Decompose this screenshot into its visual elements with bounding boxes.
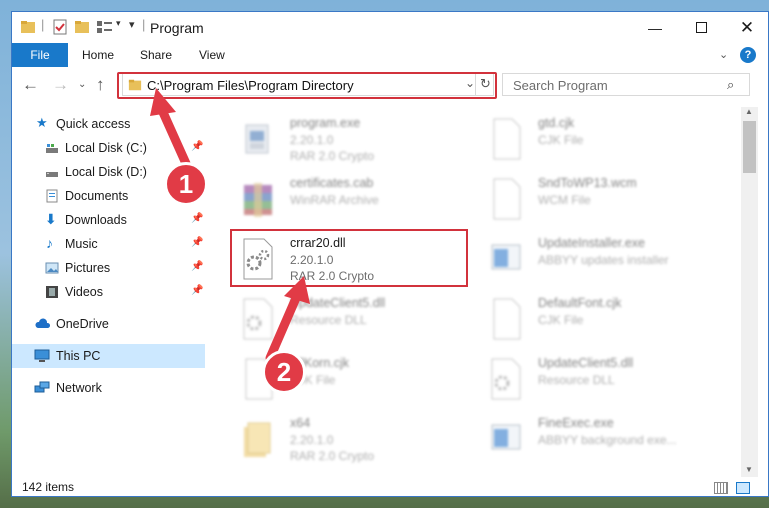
pin-icon[interactable]: 📌: [191, 285, 203, 296]
minimize-button[interactable]: —: [632, 12, 678, 43]
sidebar-item-network[interactable]: Network: [12, 376, 205, 400]
pin-icon[interactable]: 📌: [191, 261, 203, 272]
blank-file-icon: [493, 298, 521, 340]
navigation-bar: ← → ⌄ ↑ C:\Program Files\Program Directo…: [12, 71, 768, 101]
sidebar-item-onedrive[interactable]: OneDrive: [12, 312, 205, 336]
up-button[interactable]: ↑: [96, 75, 105, 95]
customize-toolbar-icon[interactable]: ▾: [129, 18, 135, 34]
file-item[interactable]: gtd.cjk CJK File: [482, 111, 722, 169]
sidebar-item-local-disk-c[interactable]: Local Disk (C:) 📌: [12, 136, 205, 160]
new-folder-icon[interactable]: [74, 19, 90, 35]
search-icon[interactable]: ⌕: [727, 77, 734, 93]
sidebar-item-pictures[interactable]: Pictures 📌: [12, 256, 205, 280]
back-button[interactable]: ←: [22, 75, 39, 95]
separator: |: [142, 17, 146, 32]
sidebar-item-videos[interactable]: Videos 📌: [12, 280, 205, 304]
maximize-button[interactable]: [678, 12, 724, 43]
cloud-icon: [35, 318, 51, 328]
forward-button[interactable]: →: [52, 75, 69, 95]
recent-locations-button[interactable]: ⌄: [78, 79, 86, 90]
file-item[interactable]: UpdateClient5.dll Resource DLL: [482, 351, 722, 409]
callout-badge-1: 1: [164, 162, 208, 206]
blank-file-icon: [493, 178, 521, 220]
drive-icon: [46, 172, 58, 177]
arrow-right-icon: →: [52, 75, 69, 94]
minimize-icon: —: [648, 19, 662, 36]
music-icon: ♪: [46, 235, 53, 251]
file-list: program.exe 2.20.1.0 RAR 2.0 Crypto gtd.…: [224, 107, 739, 477]
items-count: 142 items: [22, 480, 75, 494]
tab-home[interactable]: Home: [82, 43, 114, 67]
documents-icon: [46, 189, 58, 203]
tab-share[interactable]: Share: [140, 43, 172, 67]
pin-icon[interactable]: 📌: [191, 141, 203, 152]
search-input[interactable]: Search Program: [513, 78, 608, 93]
search-box[interactable]: Search Program ⌕: [502, 73, 750, 96]
sidebar-item-downloads[interactable]: ⬇ Downloads 📌: [12, 208, 205, 232]
scrollbar-thumb[interactable]: [743, 121, 756, 173]
file-item[interactable]: FineExec.exe ABBYY background exe...: [482, 411, 722, 469]
explorer-window: | ▾ ▾ | Program — ✕ File Home Share View…: [11, 11, 769, 497]
drive-icon: [46, 144, 58, 153]
navigation-pane: ★ Quick access Local Disk (C:) 📌 Local D…: [12, 107, 205, 477]
details-view-icon[interactable]: [714, 482, 728, 494]
file-item[interactable]: DefaultFont.cjk CJK File: [482, 291, 722, 349]
pin-icon[interactable]: 📌: [191, 213, 203, 224]
callout-badge-2: 2: [262, 350, 306, 394]
file-item[interactable]: UpdateClient5.dll Resource DLL: [234, 291, 474, 349]
address-highlight-box: [117, 72, 497, 99]
arrow-up-icon: ↑: [96, 75, 105, 94]
sidebar-item-this-pc[interactable]: This PC: [12, 344, 205, 368]
file-item[interactable]: SndToWP13.wcm WCM File: [482, 171, 722, 229]
file-item[interactable]: UpdateInstaller.exe ABBYY updates instal…: [482, 231, 722, 289]
separator: |: [41, 17, 45, 32]
folder-icon: [244, 422, 271, 457]
layout-icon[interactable]: [96, 19, 114, 35]
blank-file-icon: [493, 118, 521, 160]
help-icon[interactable]: ?: [740, 47, 756, 63]
close-icon: ✕: [739, 17, 755, 37]
status-bar: 142 items: [12, 478, 768, 496]
scroll-down-icon[interactable]: ▼: [745, 465, 753, 474]
file-item[interactable]: x64 2.20.1.0 RAR 2.0 Crypto: [234, 411, 474, 469]
sidebar-item-music[interactable]: ♪ Music 📌: [12, 232, 205, 256]
exe-window-icon: [491, 424, 521, 450]
vertical-scrollbar[interactable]: ▲ ▼: [741, 107, 758, 477]
large-icons-view-icon[interactable]: [736, 482, 750, 494]
file-item[interactable]: program.exe 2.20.1.0 RAR 2.0 Crypto: [234, 111, 474, 169]
file-item[interactable]: certificates.cab WinRAR Archive: [234, 171, 474, 229]
videos-icon: [46, 286, 58, 298]
maximize-icon: [695, 22, 707, 33]
window-title: Program: [150, 20, 204, 36]
computer-icon: [34, 349, 50, 362]
download-icon: ⬇: [45, 211, 57, 227]
exe-window-icon: [491, 244, 521, 270]
star-icon: ★: [36, 115, 48, 130]
file-highlight-box: [230, 229, 468, 287]
sidebar-item-quick-access[interactable]: ★ Quick access: [12, 112, 205, 136]
exe-icon: [245, 124, 269, 154]
pictures-icon: [45, 262, 59, 274]
properties-icon[interactable]: [52, 19, 68, 35]
dll-icon: [491, 358, 521, 400]
chevron-down-icon: ⌄: [78, 79, 87, 90]
close-button[interactable]: ✕: [724, 12, 768, 43]
expand-ribbon-icon[interactable]: ⌄: [719, 43, 728, 67]
dll-icon: [243, 298, 273, 340]
tab-view[interactable]: View: [199, 43, 225, 67]
ribbon-tabs: File Home Share View ⌄ ?: [12, 43, 768, 67]
arrow-left-icon: ←: [22, 75, 39, 94]
pin-icon[interactable]: 📌: [191, 237, 203, 248]
folder-icon: [21, 21, 35, 33]
winrar-icon: [244, 183, 272, 217]
scroll-up-icon[interactable]: ▲: [745, 107, 753, 116]
tab-file[interactable]: File: [12, 43, 68, 67]
chevron-down-icon[interactable]: ▾: [116, 18, 121, 34]
network-icon: [34, 381, 50, 393]
title-bar: | ▾ ▾ | Program — ✕: [12, 12, 768, 43]
